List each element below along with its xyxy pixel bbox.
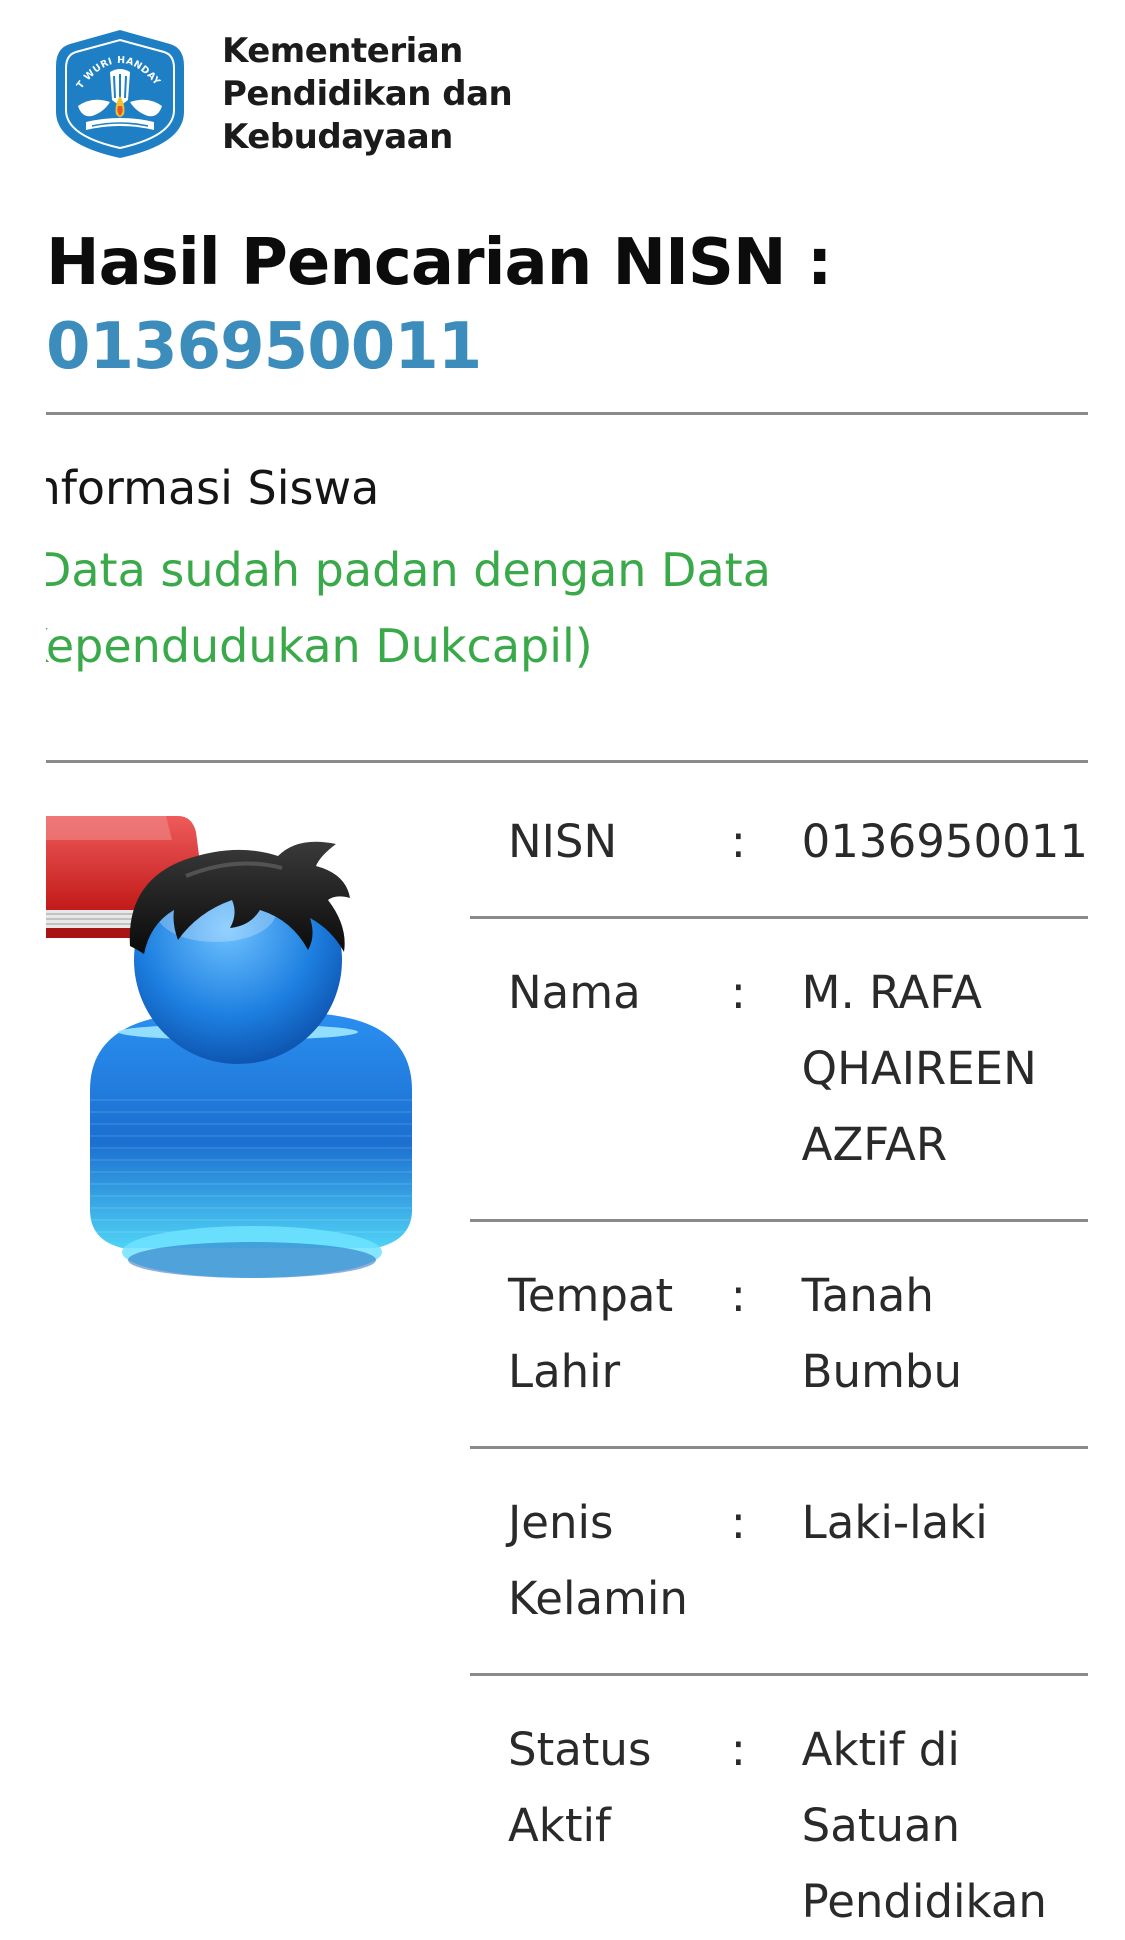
table-row: NISN : 0136950011 <box>470 770 1088 918</box>
verification-note: (Data sudah padan dengan Data Kependuduk… <box>46 532 1038 680</box>
table-row: Jenis Kelamin : Laki-laki <box>470 1448 1088 1675</box>
row-separator: : <box>731 1675 802 1940</box>
tut-wuri-handayani-logo[interactable]: TUT WURI HANDAYANI <box>52 26 188 162</box>
student-info-section: Informasi Siswa (Data sudah padan dengan… <box>46 450 1086 680</box>
row-separator: : <box>731 1448 802 1675</box>
gender-value: Laki-laki <box>802 1448 1088 1675</box>
student-avatar-icon <box>46 800 446 1340</box>
table-row: Status Aktif : Aktif di Satuan Pendidika… <box>470 1675 1088 1940</box>
row-separator: : <box>731 1221 802 1448</box>
birthplace-value: Tanah Bumbu <box>802 1221 1088 1448</box>
page-title: Hasil Pencarian NISN : <box>46 222 831 304</box>
student-photo <box>46 800 446 1340</box>
status-value: Aktif di Satuan Pendidikan <box>802 1675 1088 1940</box>
ministry-name: Kementerian Pendidikan dan Kebudayaan <box>222 30 512 159</box>
row-label: Status Aktif <box>470 1675 731 1940</box>
section-title: Informasi Siswa <box>46 458 379 518</box>
table-row: Tempat Lahir : Tanah Bumbu <box>470 1221 1088 1448</box>
row-separator: : <box>731 770 802 918</box>
divider <box>46 760 1088 763</box>
row-label: Nama <box>470 918 731 1221</box>
student-info-table: NISN : 0136950011 Nama : M. RAFA QHAIREE… <box>470 770 1088 1940</box>
row-label: Tempat Lahir <box>470 1221 731 1448</box>
page-header: TUT WURI HANDAYANI Kementerian Pendidika… <box>52 26 512 162</box>
name-value: M. RAFA QHAIREEN AZFAR <box>802 918 1088 1221</box>
table-row: Nama : M. RAFA QHAIREEN AZFAR <box>470 918 1088 1221</box>
searched-nisn: 0136950011 <box>46 306 481 388</box>
row-separator: : <box>731 918 802 1221</box>
row-label: Jenis Kelamin <box>470 1448 731 1675</box>
nisn-value: 0136950011 <box>802 770 1088 918</box>
row-label: NISN <box>470 770 731 918</box>
divider <box>46 412 1088 415</box>
